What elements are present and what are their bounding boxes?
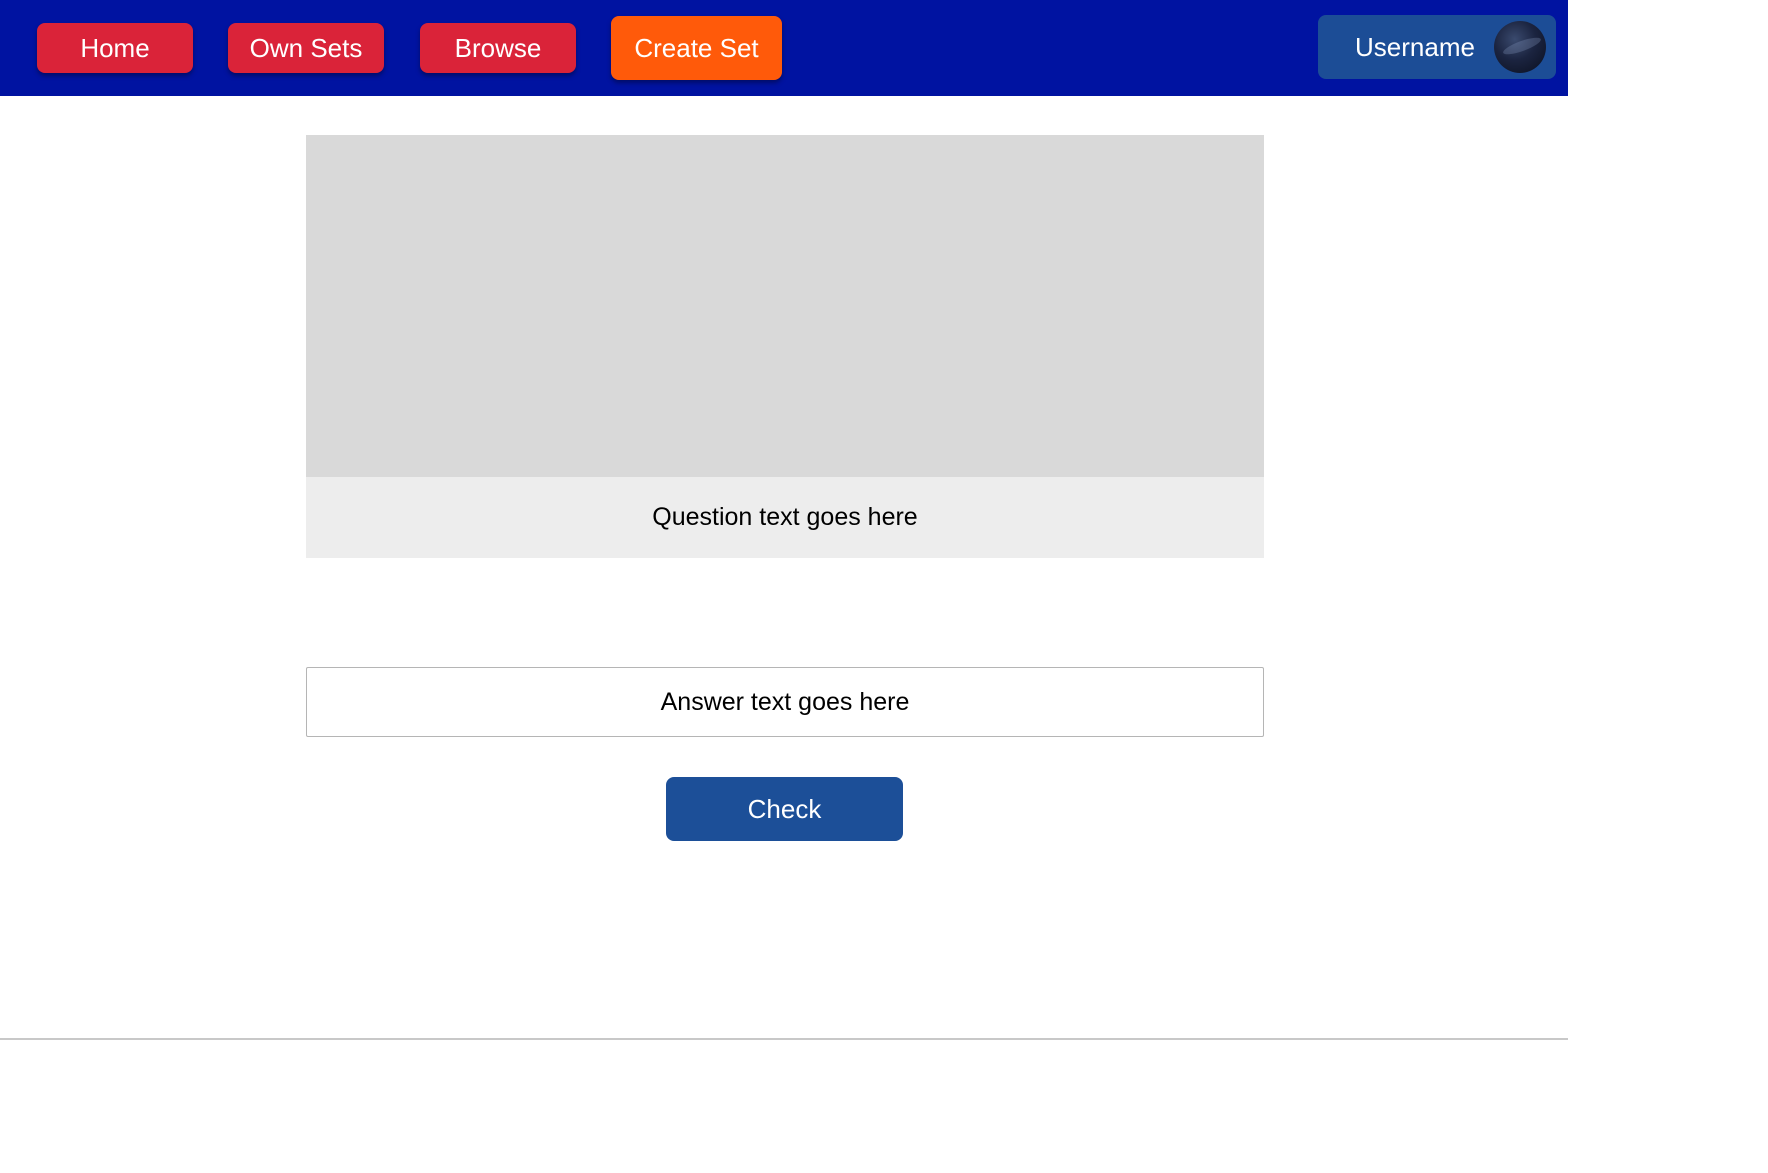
own-sets-button[interactable]: Own Sets xyxy=(228,23,384,73)
home-button[interactable]: Home xyxy=(37,23,193,73)
create-set-button[interactable]: Create Set xyxy=(611,16,782,80)
top-navbar: Home Own Sets Browse Create Set Username xyxy=(0,0,1568,96)
user-menu-button[interactable]: Username xyxy=(1318,15,1556,79)
flashcard-image-placeholder xyxy=(306,135,1264,477)
answer-input[interactable] xyxy=(306,667,1264,737)
browse-button[interactable]: Browse xyxy=(420,23,576,73)
page-bottom-divider xyxy=(0,1038,1568,1040)
username-label: Username xyxy=(1355,32,1475,62)
avatar-icon xyxy=(1494,21,1546,73)
check-button[interactable]: Check xyxy=(666,777,903,841)
question-text: Question text goes here xyxy=(306,477,1264,558)
